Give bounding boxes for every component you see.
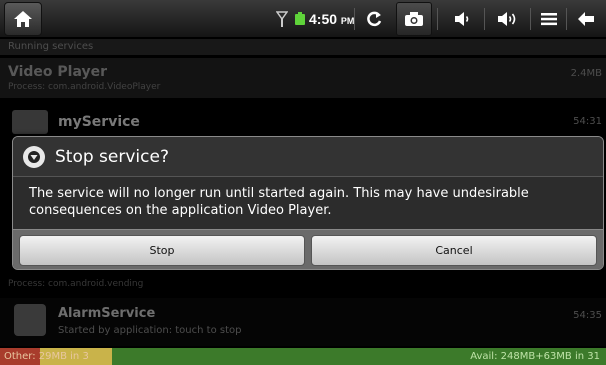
volume-down-button[interactable] <box>442 2 482 36</box>
memory-avail-label: Avail: 248MB+63MB in 31 <box>470 351 600 362</box>
status-divider <box>354 8 355 30</box>
status-divider <box>530 8 531 30</box>
clock-ampm: PM <box>340 16 355 26</box>
back-icon <box>578 12 594 26</box>
menu-icon <box>541 13 557 26</box>
status-divider <box>437 8 438 30</box>
battery-indicator <box>292 2 308 36</box>
clock-time: 4:50 <box>309 11 338 27</box>
screenshot-button[interactable] <box>396 2 432 36</box>
stop-service-dialog: Stop service? The service will no longer… <box>12 136 604 270</box>
status-divider <box>566 8 567 30</box>
back-button[interactable] <box>568 2 604 36</box>
battery-icon <box>295 12 305 25</box>
cancel-button[interactable]: Cancel <box>311 235 597 266</box>
memory-bar: Other: 29MB in 3 Avail: 248MB+63MB in 31 <box>0 348 606 365</box>
dialog-button-bar: Stop Cancel <box>13 229 603 269</box>
volume-down-icon <box>455 12 469 26</box>
status-bar: 4:50 PM <box>0 0 606 38</box>
signal-indicator <box>272 2 292 36</box>
dialog-title: Stop service? <box>55 147 169 167</box>
dialog-title-bar: Stop service? <box>13 137 603 177</box>
refresh-button[interactable] <box>360 2 388 36</box>
status-divider <box>484 8 485 30</box>
volume-up-icon <box>498 12 516 26</box>
memory-other-label: Other: 29MB in 3 <box>4 351 89 362</box>
camera-icon <box>405 12 423 26</box>
dialog-message: The service will no longer run until sta… <box>29 186 529 218</box>
refresh-icon <box>367 11 382 27</box>
alert-icon <box>23 146 45 168</box>
home-button[interactable] <box>4 2 42 36</box>
status-clock: 4:50 PM <box>309 0 354 38</box>
volume-up-button[interactable] <box>488 2 528 36</box>
menu-button[interactable] <box>533 2 565 36</box>
home-icon <box>14 11 32 27</box>
signal-icon <box>276 11 288 27</box>
stop-button[interactable]: Stop <box>19 235 305 266</box>
